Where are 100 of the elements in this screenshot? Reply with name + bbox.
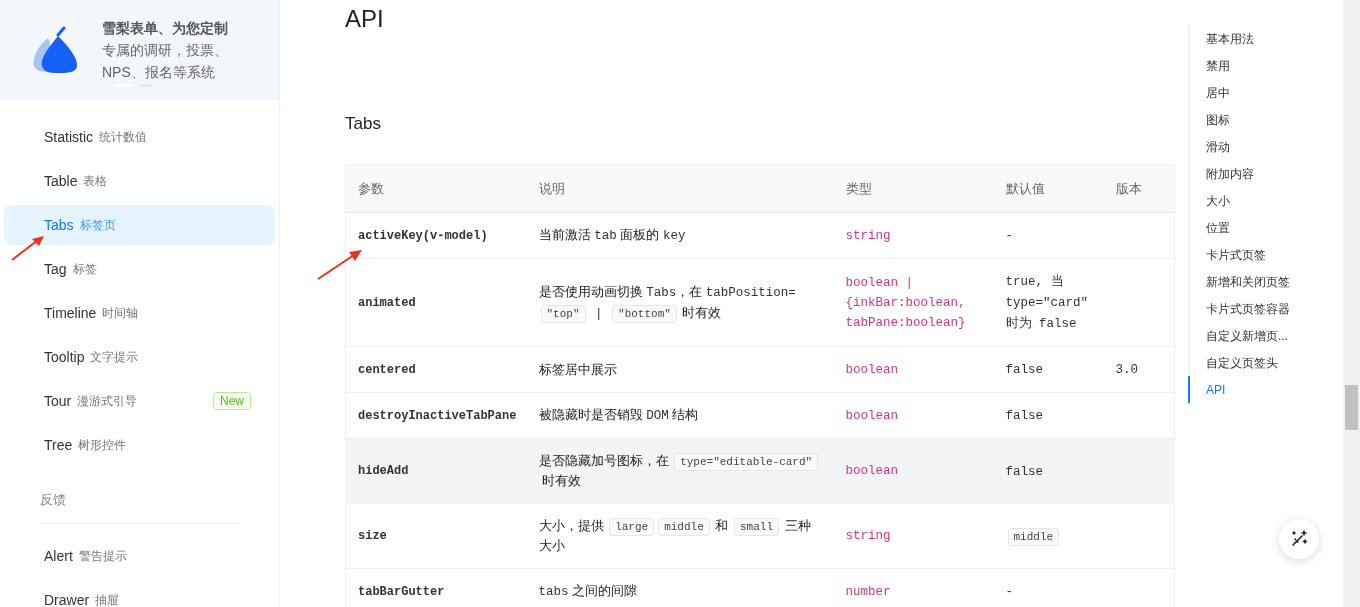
sidebar-item[interactable]: Tour 漫游式引导 New bbox=[4, 381, 275, 421]
description-text: 三种 bbox=[783, 517, 811, 535]
code-text: false bbox=[1005, 408, 1043, 425]
item-name: Drawer bbox=[44, 592, 90, 607]
item-name: Table bbox=[44, 173, 78, 189]
sidebar-item[interactable]: Statistic 统计数值 bbox=[4, 117, 275, 157]
item-name: Tree bbox=[44, 437, 73, 453]
sidebar-item[interactable]: Alert 警告提示 bbox=[4, 536, 275, 576]
code-text: key bbox=[662, 228, 686, 245]
description-text: 大小，提供 bbox=[538, 517, 605, 535]
item-label: 抽屉 bbox=[95, 591, 120, 607]
description-text: 当前激活 bbox=[538, 226, 592, 244]
code-text: tab bbox=[594, 228, 617, 245]
sidebar-item[interactable]: Tooltip 文字提示 bbox=[4, 337, 275, 377]
code-text: - bbox=[1005, 228, 1013, 245]
code-text: Tabs bbox=[646, 284, 677, 302]
item-name: Tag bbox=[44, 261, 67, 277]
code-chip: ″bottom″ bbox=[612, 304, 677, 323]
item-label: 警告提示 bbox=[78, 547, 127, 565]
column-header: 说明 bbox=[526, 164, 834, 213]
toc-link[interactable]: 自定义新增页... bbox=[1188, 322, 1343, 349]
item-label: 漫游式引导 bbox=[77, 392, 138, 410]
param-cell: hideAdd bbox=[345, 438, 527, 504]
code-text: - bbox=[1005, 584, 1013, 601]
type-cell: string bbox=[833, 503, 994, 569]
toc-link[interactable]: 卡片式页签容器 bbox=[1188, 295, 1343, 322]
item-name: Tabs bbox=[44, 217, 74, 233]
description-text: 是否隐藏加号图标，在 bbox=[538, 452, 670, 470]
code-text: false bbox=[1005, 463, 1043, 481]
code-text: tabs bbox=[538, 584, 569, 601]
code-text: tabPosition= bbox=[705, 284, 796, 302]
toc-link[interactable]: 基本用法 bbox=[1188, 25, 1343, 52]
item-label: 统计数值 bbox=[99, 128, 147, 146]
toc-link[interactable]: 附加内容 bbox=[1188, 160, 1343, 187]
code-text: type="card" bbox=[1005, 295, 1088, 312]
code-chip: large bbox=[609, 518, 655, 536]
description-text: 标签居中展示 bbox=[538, 360, 617, 379]
item-name: Alert bbox=[44, 548, 73, 564]
code-chip: small bbox=[734, 518, 779, 536]
description-text: 是否使用动画切换 bbox=[538, 282, 644, 301]
param-cell: destroyInactiveTabPane bbox=[345, 392, 527, 439]
code-text: 时为 false bbox=[1005, 315, 1077, 333]
toc-link[interactable]: 居中 bbox=[1188, 79, 1343, 106]
menu-group-title: 反馈 bbox=[40, 491, 239, 524]
code-chip: type=″editable-card″ bbox=[674, 453, 819, 471]
code-text: | bbox=[594, 305, 604, 323]
toc-link[interactable]: 自定义页签头 bbox=[1188, 349, 1343, 376]
new-badge: New bbox=[213, 392, 251, 410]
description-text: 被隐藏时是否销毁 bbox=[538, 406, 644, 424]
description-text: 结构 bbox=[671, 406, 699, 424]
param-cell: tabBarGutter bbox=[345, 568, 527, 607]
magic-wand-icon bbox=[1290, 530, 1308, 548]
sidebar-item[interactable]: Tree 树形控件 bbox=[4, 425, 275, 465]
page-title: API bbox=[345, 6, 385, 32]
item-label: 标签 bbox=[72, 260, 97, 278]
toc-link[interactable]: 卡片式页签 bbox=[1188, 241, 1343, 268]
item-label: 表格 bbox=[83, 172, 108, 190]
annotation-arrow bbox=[316, 247, 364, 281]
item-name: Statistic bbox=[44, 129, 93, 145]
sidebar-item[interactable]: Tabs 标签页 bbox=[4, 205, 275, 245]
banner-text: 专属的调研，投票、NPS、报名等系统 bbox=[102, 41, 229, 82]
type-cell: string bbox=[833, 212, 994, 259]
description-text: 之间的间隙 bbox=[571, 582, 638, 600]
column-header: 默认值 bbox=[993, 164, 1104, 213]
ad-banner[interactable]: 雪梨表单、为您定制 专属的调研，投票、NPS、报名等系统 bbox=[0, 0, 279, 100]
banner-title: 雪梨表单、为您定制 bbox=[102, 19, 229, 38]
toc-link[interactable]: 位置 bbox=[1188, 214, 1343, 241]
column-header: 参数 bbox=[345, 164, 527, 213]
toc-link[interactable]: 滑动 bbox=[1188, 133, 1343, 160]
sidebar-item[interactable]: Table 表格 bbox=[4, 161, 275, 201]
item-name: Tooltip bbox=[44, 349, 85, 365]
code-text: DOM bbox=[646, 408, 669, 425]
type-cell: boolean bbox=[833, 346, 994, 393]
description-text: 时有效 bbox=[681, 303, 722, 322]
type-cell: boolean bbox=[833, 438, 994, 504]
magic-wand-button[interactable] bbox=[1279, 519, 1319, 559]
param-cell: size bbox=[345, 503, 527, 569]
item-name: Timeline bbox=[44, 305, 97, 321]
sidebar-item[interactable]: Drawer 抽屉 bbox=[4, 580, 275, 607]
description-text: 和 bbox=[714, 517, 730, 535]
sidebar-item[interactable]: Tag 标签 bbox=[4, 249, 275, 289]
code-chip: ″top″ bbox=[540, 304, 586, 323]
column-header: 版本 bbox=[1103, 164, 1175, 213]
param-cell: centered bbox=[345, 346, 527, 393]
description-text: 大小 bbox=[538, 537, 565, 555]
toc-link[interactable]: 禁用 bbox=[1188, 52, 1343, 79]
version-text: 3.0 bbox=[1115, 362, 1138, 379]
param-cell: animated bbox=[345, 258, 527, 347]
scrollbar[interactable] bbox=[1343, 0, 1360, 607]
item-label: 时间轴 bbox=[102, 304, 139, 322]
item-name: Tour bbox=[44, 393, 72, 409]
section-title: Tabs bbox=[345, 114, 382, 134]
sidebar-item[interactable]: Timeline 时间轴 bbox=[4, 293, 275, 333]
code-text: true, 当 bbox=[1005, 273, 1065, 291]
toc-link[interactable]: 图标 bbox=[1188, 106, 1343, 133]
annotation-arrow bbox=[10, 234, 46, 262]
type-cell: boolean bbox=[833, 392, 994, 439]
toc-link[interactable]: 新增和关闭页签 bbox=[1188, 268, 1343, 295]
toc-link[interactable]: 大小 bbox=[1188, 187, 1343, 214]
code-text: false bbox=[1005, 362, 1043, 379]
